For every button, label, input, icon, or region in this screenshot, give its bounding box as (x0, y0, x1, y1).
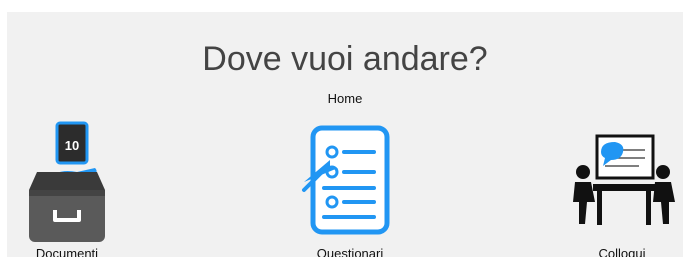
svg-text:10: 10 (65, 138, 79, 153)
meeting-icon (573, 134, 675, 225)
card-label-questionari: Questionari (316, 246, 384, 257)
card-documenti[interactable]: 10 Documenti (17, 120, 117, 257)
card-label-colloqui: Colloqui (598, 246, 646, 257)
main-panel: Dove vuoi andare? Home 10 Documenti Ques… (7, 12, 683, 257)
card-questionari[interactable]: Questionari (290, 120, 410, 257)
document-archive-icon: 10 (29, 121, 105, 242)
questionnaire-icon (302, 125, 390, 235)
card-label-documenti: Documenti (35, 246, 99, 257)
page-subtitle: Home (327, 91, 363, 106)
card-colloqui[interactable]: Colloqui (567, 120, 677, 257)
page-title: Dove vuoi andare? (202, 40, 488, 78)
